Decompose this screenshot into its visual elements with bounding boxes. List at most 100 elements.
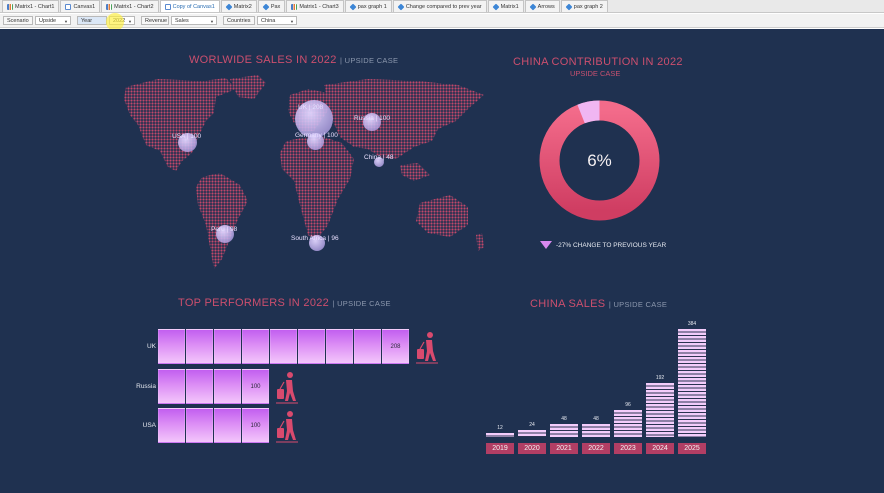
year-label: 2023	[614, 443, 642, 454]
change-label: -27% CHANGE TO PREVIOUS YEAR	[556, 241, 667, 249]
tab-9[interactable]: Matrix1	[487, 0, 524, 12]
bar-value-label: 384	[687, 321, 697, 327]
top-performers-subtitle: | UPSIDE CASE	[332, 299, 391, 308]
chevron-down-icon: ▼	[64, 19, 68, 24]
performer-row: 208	[158, 329, 440, 364]
china-bubble-label: China | 48	[364, 154, 394, 161]
performer-cell	[354, 329, 381, 364]
china-contribution-donut: 6%	[539, 100, 660, 221]
cube-icon	[262, 3, 270, 10]
performer-cell	[326, 329, 353, 364]
chevron-down-icon: ▼	[128, 19, 132, 24]
canvas-icon	[164, 3, 171, 10]
south-america-shape	[196, 173, 248, 269]
bar-stack	[582, 423, 610, 437]
cube-icon	[225, 3, 233, 10]
traveler-icon	[276, 411, 298, 443]
tab-label: Canvas1	[73, 3, 96, 10]
revenue-filter: Revenue Sales ▼	[141, 16, 217, 25]
performer-cell	[186, 408, 213, 443]
performer-name: UK	[146, 343, 156, 350]
filter-bar: Scenario Upside▼ Year 2022▼ Revenue Sale…	[0, 14, 884, 28]
performer-cell	[298, 329, 325, 364]
tab-label: Matrix1	[500, 3, 519, 10]
canvas-icon	[65, 3, 72, 10]
china-sales-title-text: CHINA SALES	[530, 298, 606, 310]
year-label: 2024	[646, 443, 674, 454]
bar-stack	[678, 329, 706, 437]
scenario-dropdown[interactable]: Upside ▼	[35, 16, 71, 25]
asia-shape	[324, 79, 484, 159]
performer-cell	[186, 369, 213, 404]
revenue-label: Revenue	[145, 17, 168, 24]
scenario-label: Scenario	[7, 17, 29, 24]
tab-4[interactable]: Matrix2	[220, 0, 257, 12]
change-indicator: -27% CHANGE TO PREVIOUS YEAR	[540, 241, 666, 249]
scenario-value: Upside	[39, 17, 57, 24]
year-filter-label: Year	[77, 16, 107, 25]
performer-cell: 208	[382, 329, 409, 364]
bar-stack	[518, 430, 546, 437]
donut-percent-label: 6%	[587, 150, 612, 170]
performer-row: 100	[158, 369, 300, 404]
china-contribution-title: CHINA CONTRIBUTION IN 2022	[513, 56, 683, 68]
peru-bubble-label: Peru | 98	[211, 226, 238, 233]
bar-stack	[614, 410, 642, 437]
performer-cell	[214, 329, 241, 364]
china-contribution-title-text: CHINA CONTRIBUTION IN 2022	[513, 56, 683, 68]
tab-5[interactable]: Pax	[257, 0, 286, 12]
year-label: 2022	[582, 443, 610, 454]
tab-label: Matrix1 - Chart3	[299, 3, 339, 10]
tab-7[interactable]: pax graph 1	[344, 0, 392, 12]
chevron-down-icon: ▼	[290, 19, 294, 24]
southeast-asia-shape	[400, 163, 430, 181]
world-sales-title-text: WORLWIDE SALES IN 2022	[189, 54, 337, 66]
russia-bubble-label: Russia | 100	[354, 115, 391, 122]
performer-row: 100	[158, 408, 300, 443]
performer-name: USA	[142, 422, 156, 429]
performer-cell	[186, 329, 213, 364]
tab-10[interactable]: Arrows	[524, 0, 560, 12]
tab-label: Arrows	[537, 3, 555, 10]
africa-shape	[280, 135, 354, 241]
tab-3[interactable]: Copy of Canvas1	[159, 0, 220, 12]
countries-dropdown[interactable]: China ▼	[257, 16, 297, 25]
australia-shape	[416, 195, 468, 237]
bar-stack	[486, 433, 514, 437]
tab-0[interactable]: Matrix1 - Chart1	[2, 0, 60, 12]
performer-cell	[158, 329, 185, 364]
tab-6[interactable]: Matrix1 - Chart3	[286, 0, 344, 12]
north-america-shape	[124, 78, 236, 171]
cube-icon	[565, 3, 573, 10]
usa-bubble-label: USA | 100	[172, 133, 202, 140]
china-sales-bar: 192	[646, 375, 674, 437]
china-sales-bar: 96	[614, 402, 642, 437]
performer-name: Russia	[136, 383, 156, 390]
germany-bubble-label: Germany | 100	[295, 132, 338, 139]
tab-label: Matrix1 - Chart2	[114, 3, 154, 10]
bar-value-label: 192	[655, 375, 665, 381]
performer-cell: 100	[242, 408, 269, 443]
bar-stack	[550, 423, 578, 437]
performer-value: 208	[390, 343, 401, 350]
scenario-filter: Scenario Upside ▼	[3, 16, 71, 25]
countries-filter: Countries China ▼	[223, 16, 297, 25]
revenue-value: Sales	[175, 17, 189, 24]
down-arrow-icon	[540, 241, 552, 249]
bar-value-label: 12	[497, 425, 503, 431]
chevron-down-icon: ▼	[210, 19, 214, 24]
performer-cell	[158, 408, 185, 443]
tab-11[interactable]: pax graph 2	[560, 0, 608, 12]
countries-filter-label: Countries	[223, 16, 255, 25]
bar-stack	[646, 383, 674, 437]
china-sales-bar: 384	[678, 321, 706, 437]
performer-cell	[270, 329, 297, 364]
tab-label: Copy of Canvas1	[172, 3, 215, 10]
performer-value: 100	[250, 383, 261, 390]
revenue-dropdown[interactable]: Sales ▼	[171, 16, 217, 25]
tab-label: Matrix1 - Chart1	[15, 3, 55, 10]
tab-8[interactable]: Change compared to prev year	[392, 0, 487, 12]
cube-icon	[492, 3, 500, 10]
tab-1[interactable]: Canvas1	[60, 0, 101, 12]
tab-2[interactable]: Matrix1 - Chart2	[101, 0, 159, 12]
